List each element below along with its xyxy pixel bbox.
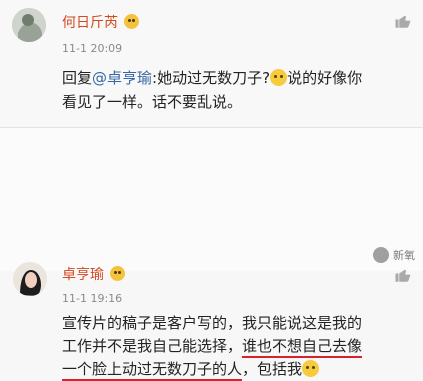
comment-text: 工作并不是我自己能选择， (62, 337, 243, 355)
smile-emoji-icon (302, 360, 320, 377)
watermark-text: 新氧 (393, 249, 415, 262)
underlined-text: 一个脸上动过无数刀子的人 (62, 360, 243, 381)
logo-icon (373, 247, 389, 263)
avatar-image (13, 262, 47, 296)
comment-text: ，包括我 (242, 360, 303, 378)
avatar-image (12, 8, 46, 42)
comment-line-2: 工作并不是我自己能选择，谁也不想自己去像 (62, 335, 417, 358)
comment-line-2: 看见了一样。话不要乱说。 (62, 90, 417, 114)
watermark: 新氧 (373, 247, 415, 263)
comment-text: 说的好像你 (287, 69, 363, 87)
avatar[interactable] (12, 8, 46, 42)
username[interactable]: 何日斤芮 (62, 12, 139, 32)
username[interactable]: 卓亨瑜 (62, 264, 125, 284)
comment-line-1: 宣传片的稿子是客户写的，我只能说这是我的 (62, 312, 417, 335)
comment-text: 看见了一样。话不要乱说。 (62, 93, 243, 111)
reply-prefix: 回复 (62, 69, 93, 87)
badge-icon (110, 266, 125, 281)
username-text[interactable]: 何日斤芮 (62, 15, 118, 31)
comment-2: 卓亨瑜 11-1 19:16 宣传片的稿子是客户写的，我只能说这是我的 工作并不… (0, 128, 423, 381)
thumbs-up-icon[interactable] (394, 266, 412, 284)
underlined-text: 谁也不想自己去像 (242, 337, 363, 358)
thumbs-up-icon[interactable] (394, 12, 412, 30)
smile-emoji-icon (270, 69, 288, 86)
comment-text: 宣传片的稿子是客户写的，我只能说这是我的 (62, 314, 363, 332)
comment-body: 回复@卓亨瑜:她动过无数刀子? 说的好像你 看见了一样。话不要乱说。 (62, 66, 417, 114)
comment-line-3: 一个脸上动过无数刀子的人，包括我 (62, 358, 417, 381)
avatar[interactable] (13, 262, 47, 296)
comment-1: 何日斤芮 11-1 20:09 回复@卓亨瑜:她动过无数刀子? 说的好像你 看见了… (0, 0, 423, 128)
username-text[interactable]: 卓亨瑜 (62, 267, 104, 283)
comment-text: :她动过无数刀子? (152, 69, 271, 87)
badge-icon (124, 14, 139, 29)
comment-line-1: 回复@卓亨瑜:她动过无数刀子? 说的好像你 (62, 66, 417, 90)
mention-link[interactable]: @卓亨瑜 (92, 69, 152, 87)
timestamp: 11-1 19:16 (62, 292, 123, 305)
comment-body: 宣传片的稿子是客户写的，我只能说这是我的 工作并不是我自己能选择，谁也不想自己去… (62, 312, 417, 381)
timestamp: 11-1 20:09 (62, 42, 123, 55)
